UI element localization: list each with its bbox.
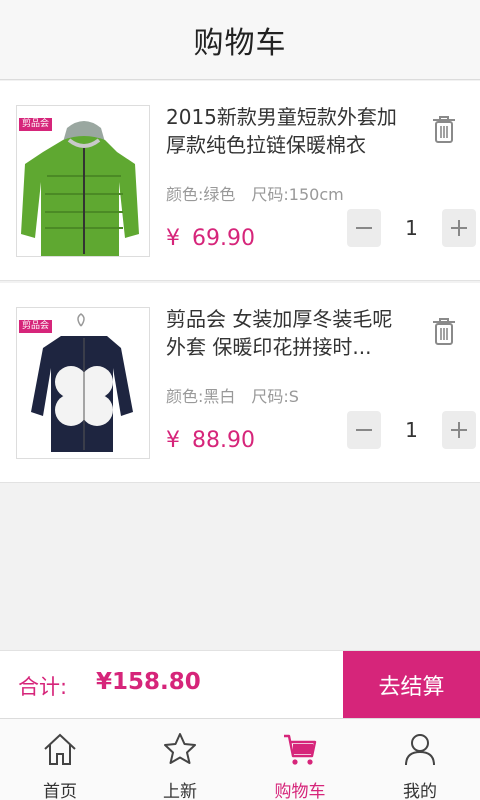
price-value: 69.90 xyxy=(192,226,255,251)
home-icon xyxy=(44,733,76,765)
product-spec: 颜色:黑白 尺码:S xyxy=(166,383,315,407)
delete-button[interactable] xyxy=(430,113,458,145)
price-value: 88.90 xyxy=(192,428,255,453)
bottom-tab-bar: 首页 上新 购物车 我的 xyxy=(0,718,480,800)
product-price: ¥69.90 xyxy=(166,226,255,251)
color-label: 颜色:黑白 xyxy=(166,387,236,406)
currency-symbol: ¥ xyxy=(166,226,180,251)
trash-icon xyxy=(433,116,455,143)
decrease-button[interactable] xyxy=(347,209,381,247)
brand-tag: 剪品会 xyxy=(19,118,53,131)
cart-icon xyxy=(284,734,317,765)
plus-icon xyxy=(451,422,467,438)
size-label: 尺码:S xyxy=(251,387,299,406)
tab-label: 购物车 xyxy=(274,782,326,800)
cart-item: 剪品会 2015新款男童短款外套加厚款纯色拉链保暖棉衣 颜色:绿色 尺码:150c… xyxy=(0,81,480,281)
color-label: 颜色:绿色 xyxy=(166,185,236,204)
tab-home[interactable]: 首页 xyxy=(0,719,120,800)
product-spec: 颜色:绿色 尺码:150cm xyxy=(166,181,360,205)
top-bar: 购物车 xyxy=(0,0,480,80)
total-amount: ¥158.80 xyxy=(96,669,201,695)
quantity-stepper: 1 xyxy=(345,209,478,249)
total-label: 合计: xyxy=(18,675,68,699)
product-price: ¥88.90 xyxy=(166,428,255,453)
increase-button[interactable] xyxy=(442,411,476,449)
brand-tag: 剪品会 xyxy=(19,320,53,333)
quantity-value[interactable]: 1 xyxy=(381,411,442,449)
tab-label: 上新 xyxy=(163,782,197,800)
trash-icon xyxy=(433,318,455,345)
tab-new-arrivals[interactable]: 上新 xyxy=(120,719,240,800)
product-image[interactable]: 剪品会 xyxy=(16,105,150,257)
delete-button[interactable] xyxy=(430,315,458,347)
currency-symbol: ¥ xyxy=(166,428,180,453)
product-name[interactable]: 2015新款男童短款外套加厚款纯色拉链保暖棉衣 xyxy=(166,103,412,159)
increase-button[interactable] xyxy=(442,209,476,247)
cart-item: 剪品会 剪品会 女装加厚冬装毛呢外套 保暖印花拼接时... 颜色:黑白 尺码:S … xyxy=(0,283,480,483)
minus-icon xyxy=(356,227,372,229)
user-icon xyxy=(405,734,435,766)
checkout-bar: 合计: ¥158.80 去结算 xyxy=(0,650,480,719)
page-title: 购物车 xyxy=(193,25,287,61)
product-name[interactable]: 剪品会 女装加厚冬装毛呢外套 保暖印花拼接时... xyxy=(166,305,412,361)
plus-icon xyxy=(451,220,467,236)
quantity-stepper: 1 xyxy=(345,411,478,451)
product-image[interactable]: 剪品会 xyxy=(16,307,150,459)
tab-profile[interactable]: 我的 xyxy=(360,719,480,800)
size-label: 尺码:150cm xyxy=(251,185,344,204)
minus-icon xyxy=(356,429,372,431)
star-icon xyxy=(164,733,196,764)
tab-label: 我的 xyxy=(403,782,437,800)
checkout-button[interactable]: 去结算 xyxy=(343,651,480,719)
tab-label: 首页 xyxy=(43,782,77,800)
quantity-value[interactable]: 1 xyxy=(381,209,442,247)
tab-cart[interactable]: 购物车 xyxy=(240,719,360,800)
decrease-button[interactable] xyxy=(347,411,381,449)
